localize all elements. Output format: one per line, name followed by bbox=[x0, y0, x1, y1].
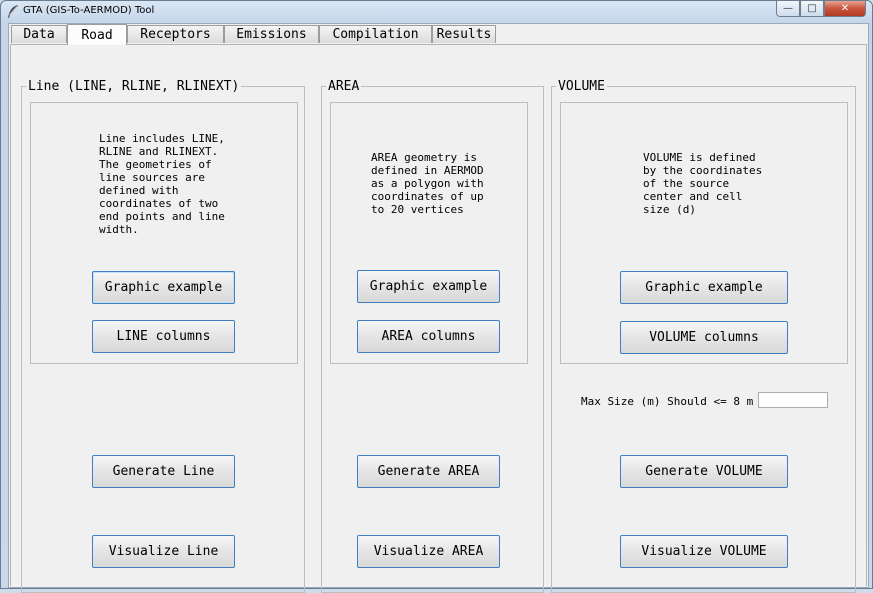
tab-compilation[interactable]: Compilation bbox=[319, 25, 432, 43]
title-bar[interactable]: GTA (GIS-To-AERMOD) Tool — □ ✕ bbox=[1, 1, 872, 23]
generate-line-button[interactable]: Generate Line bbox=[92, 455, 235, 488]
feather-icon bbox=[8, 4, 18, 18]
minimize-icon: — bbox=[783, 3, 793, 14]
maximize-button[interactable]: □ bbox=[800, 1, 824, 17]
road-tab-pane: Line (LINE, RLINE, RLINEXT) Line include… bbox=[10, 44, 867, 593]
close-button[interactable]: ✕ bbox=[824, 1, 866, 17]
volume-columns-button[interactable]: VOLUME columns bbox=[620, 321, 788, 354]
app-window: GTA (GIS-To-AERMOD) Tool — □ ✕ Data Road… bbox=[0, 0, 873, 593]
maximize-icon: □ bbox=[807, 3, 817, 14]
close-icon: ✕ bbox=[840, 3, 850, 14]
window-title: GTA (GIS-To-AERMOD) Tool bbox=[23, 5, 155, 16]
visualize-line-button[interactable]: Visualize Line bbox=[92, 535, 235, 568]
generate-volume-button[interactable]: Generate VOLUME bbox=[620, 455, 788, 488]
tab-receptors[interactable]: Receptors bbox=[127, 25, 224, 43]
line-description: Line includes LINE, RLINE and RLINEXT. T… bbox=[99, 132, 225, 236]
visualize-area-button[interactable]: Visualize AREA bbox=[357, 535, 500, 568]
generate-area-button[interactable]: Generate AREA bbox=[357, 455, 500, 488]
area-columns-button[interactable]: AREA columns bbox=[357, 320, 500, 353]
client-area: Data Road Receptors Emissions Compilatio… bbox=[8, 23, 869, 593]
visualize-volume-button[interactable]: Visualize VOLUME bbox=[620, 535, 788, 568]
tab-results[interactable]: Results bbox=[432, 25, 496, 43]
line-group-title: Line (LINE, RLINE, RLINEXT) bbox=[26, 79, 242, 94]
volume-group-title: VOLUME bbox=[556, 79, 607, 94]
max-size-input[interactable] bbox=[758, 392, 828, 408]
tab-emissions[interactable]: Emissions bbox=[224, 25, 319, 43]
area-group-title: AREA bbox=[326, 79, 362, 94]
max-size-label: Max Size (m) Should <= 8 m bbox=[581, 395, 754, 408]
tab-road[interactable]: Road bbox=[67, 24, 127, 45]
area-graphic-example-button[interactable]: Graphic example bbox=[357, 270, 500, 303]
line-columns-button[interactable]: LINE columns bbox=[92, 320, 235, 353]
area-description: AREA geometry is defined in AERMOD as a … bbox=[371, 151, 484, 216]
tab-data[interactable]: Data bbox=[11, 25, 67, 43]
line-graphic-example-button[interactable]: Graphic example bbox=[92, 271, 235, 304]
minimize-button[interactable]: — bbox=[776, 1, 800, 17]
volume-description: VOLUME is defined by the coordinates of … bbox=[643, 151, 763, 216]
volume-graphic-example-button[interactable]: Graphic example bbox=[620, 271, 788, 304]
